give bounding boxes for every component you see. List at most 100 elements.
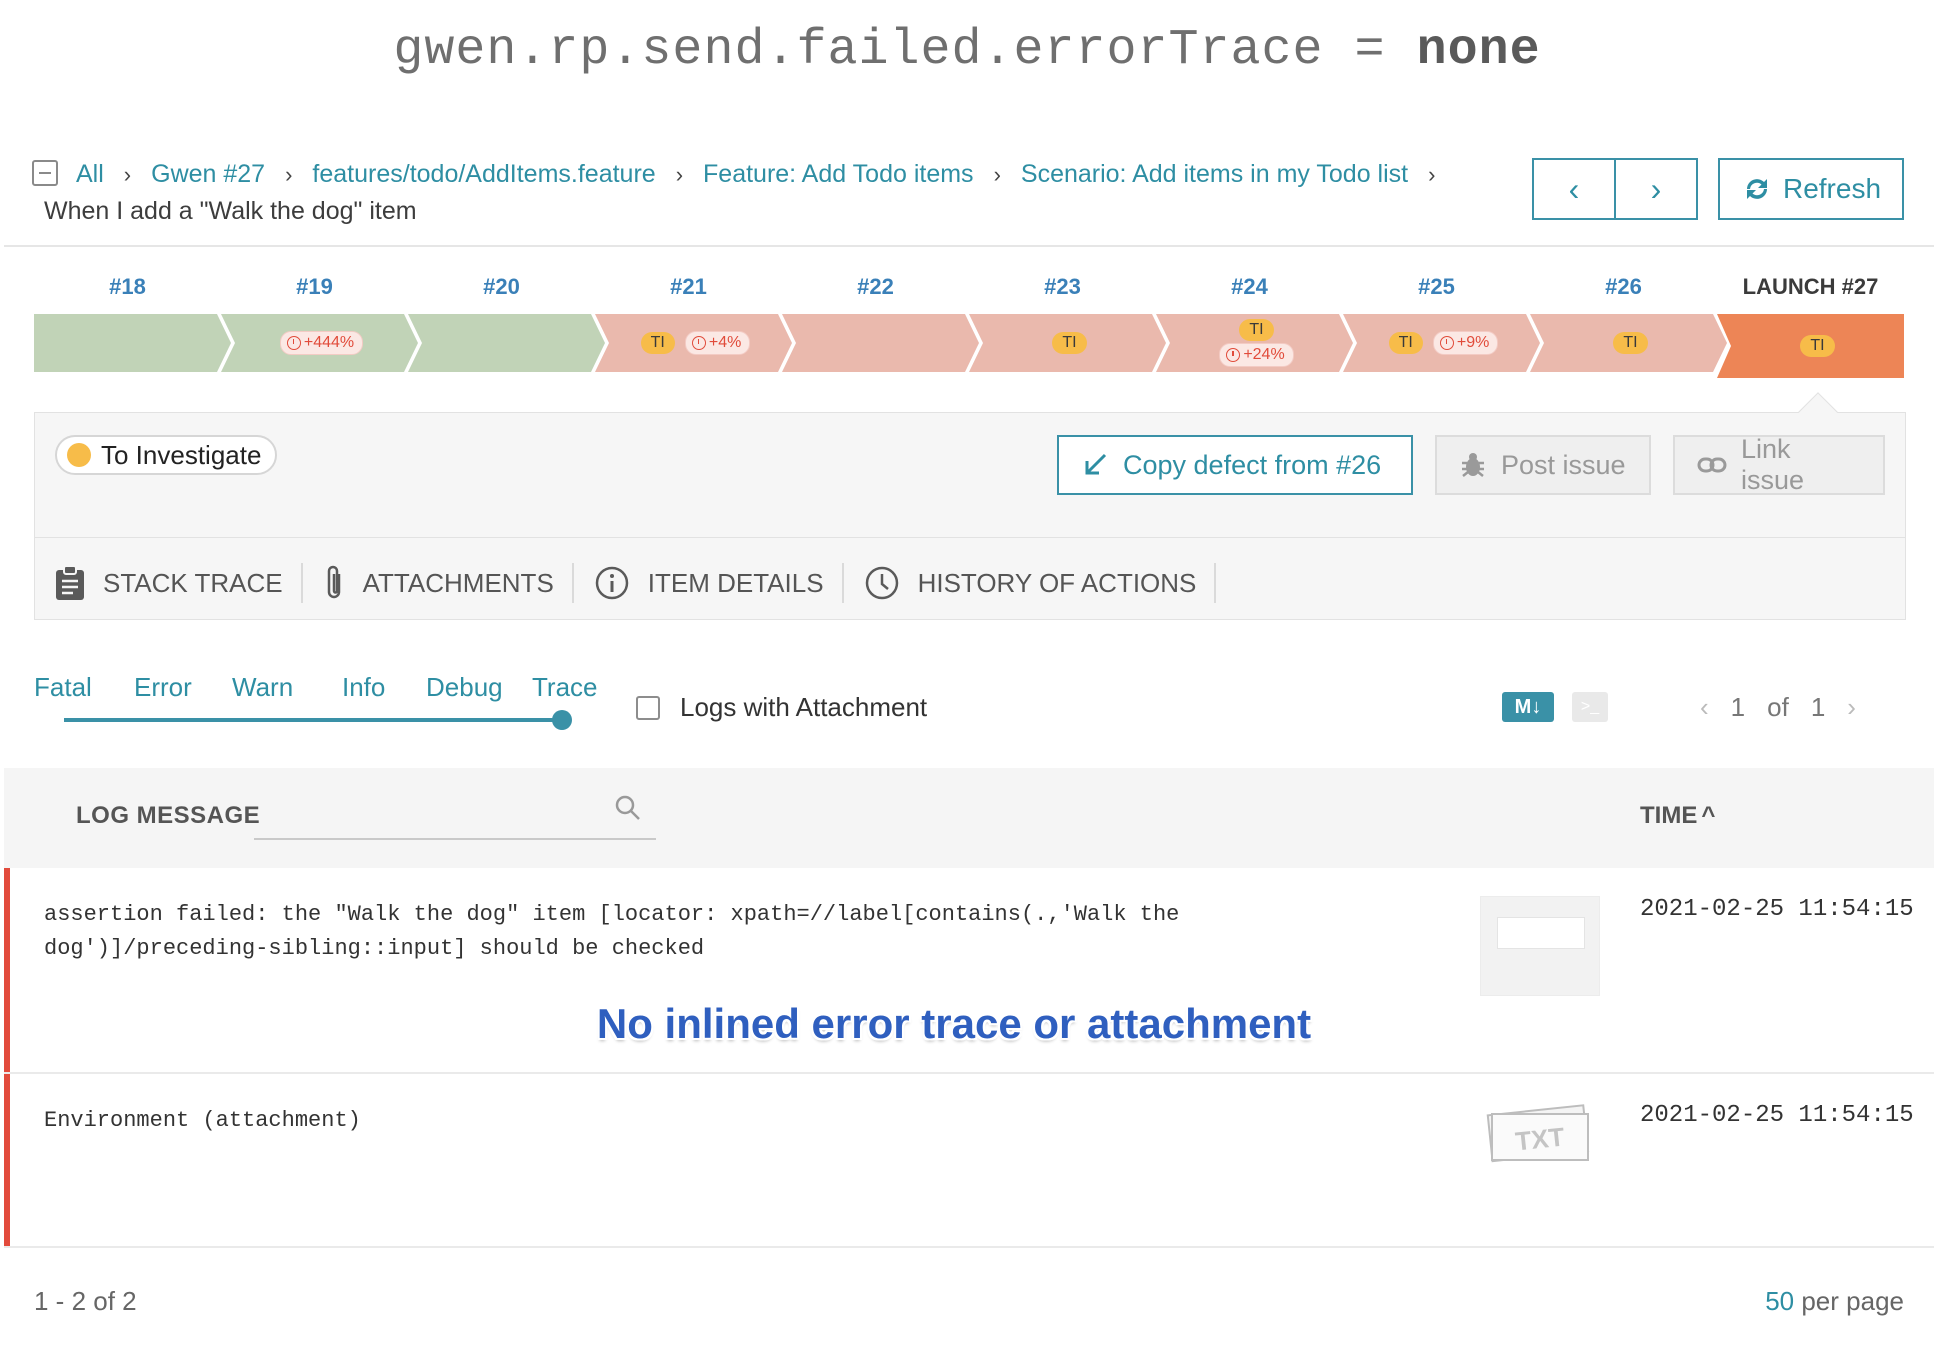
tab-history-of-actions[interactable]: HISTORY OF ACTIONS: [864, 563, 1217, 603]
history-item-label: LAUNCH #27: [1742, 274, 1879, 299]
log-level-debug[interactable]: Debug: [426, 672, 503, 703]
history-item[interactable]: #25 TI +9%: [1343, 274, 1540, 384]
history-item-label: #21: [670, 274, 707, 299]
log-level-info[interactable]: Info: [342, 672, 385, 703]
time-header-label: TIME: [1640, 802, 1698, 829]
breadcrumb-current: When I add a "Walk the dog" item: [44, 197, 417, 225]
history-item-bar: [782, 314, 979, 372]
log-level-filter[interactable]: Fatal Error Warn Info Debug Trace: [34, 672, 604, 732]
to-investigate-badge: TI: [1239, 319, 1274, 341]
log-level-slider-handle[interactable]: [552, 710, 572, 730]
log-message: assertion failed: the "Walk the dog" ite…: [44, 902, 1180, 961]
tab-label: ITEM DETAILS: [647, 567, 824, 598]
history-item-bar: TI +24%: [1156, 314, 1353, 372]
chevron-left-icon[interactable]: ‹: [1700, 692, 1709, 723]
to-investigate-badge: TI: [1800, 335, 1835, 357]
badge-row: TI +4%: [640, 331, 751, 355]
post-issue-button[interactable]: Post issue: [1435, 435, 1651, 495]
paperclip-icon: [327, 565, 340, 599]
logs-with-attachment-label: Logs with Attachment: [680, 692, 928, 722]
log-time: 2021-02-25 11:54:15: [1640, 896, 1914, 923]
screenshot-attachment-thumbnail[interactable]: [1480, 896, 1600, 996]
clock-icon: [286, 336, 301, 350]
next-item-button[interactable]: ›: [1616, 160, 1696, 218]
refresh-button[interactable]: Refresh: [1718, 158, 1904, 220]
logs-with-attachment-checkbox[interactable]: [636, 695, 660, 720]
history-item-bar: [408, 314, 605, 372]
log-message-header: LOG MESSAGE: [76, 802, 261, 829]
history-item-label: #22: [857, 274, 894, 299]
breadcrumb-feature-file[interactable]: features/todo/AddItems.feature: [312, 160, 655, 188]
console-mode-button[interactable]: >_: [1572, 692, 1608, 722]
badge-row: TI: [1613, 332, 1648, 354]
log-search-input[interactable]: [254, 838, 656, 840]
clock-icon: [691, 336, 706, 350]
tab-stack-trace[interactable]: STACK TRACE: [55, 563, 303, 603]
duration-growth-value: +9%: [1456, 334, 1490, 351]
history-item[interactable]: #20: [408, 274, 605, 384]
per-page-selector[interactable]: 50 per page: [1765, 1286, 1904, 1317]
clock-icon: [1439, 336, 1454, 350]
refresh-label: Refresh: [1782, 173, 1882, 204]
collapse-icon[interactable]: [32, 160, 58, 186]
per-page-value[interactable]: 50: [1765, 1286, 1794, 1316]
log-level-error[interactable]: Error: [134, 672, 192, 703]
history-item[interactable]: LAUNCH #27 TI: [1717, 274, 1904, 384]
log-level-trace[interactable]: Trace: [532, 672, 598, 703]
bug-icon: [1462, 453, 1484, 477]
arrow-down-left-icon: [1085, 453, 1107, 475]
divider: [35, 537, 1905, 538]
duration-growth-badge: +24%: [1219, 343, 1294, 367]
history-item[interactable]: #18: [34, 274, 231, 384]
error-level-marker: [4, 1074, 10, 1246]
breadcrumb-scenario[interactable]: Scenario: Add items in my Todo list: [1021, 160, 1408, 188]
history-item-badges: TI +24%: [1156, 314, 1343, 372]
log-table-header: LOG MESSAGE TIME ^: [4, 768, 1934, 868]
tab-label: HISTORY OF ACTIONS: [917, 567, 1197, 598]
badge-row: TI: [1800, 335, 1835, 357]
chevron-right-icon: ›: [675, 162, 684, 187]
defect-type-selector[interactable]: To Investigate: [55, 435, 278, 475]
logs-with-attachment-filter[interactable]: Logs with Attachment: [636, 692, 927, 723]
badge-row: TI: [1052, 332, 1087, 354]
history-item[interactable]: #24 TI +24%: [1156, 274, 1353, 384]
log-level-warn[interactable]: Warn: [232, 672, 293, 703]
breadcrumb-launch[interactable]: Gwen #27: [151, 160, 265, 188]
history-item[interactable]: #26 TI: [1530, 274, 1727, 384]
history-item[interactable]: #19 +444%: [221, 274, 418, 384]
history-item[interactable]: #21 TI +4%: [595, 274, 792, 384]
log-level-slider-track[interactable]: [64, 718, 564, 722]
tab-item-details[interactable]: ITEM DETAILS: [594, 563, 844, 603]
history-item-bar: [34, 314, 231, 372]
log-row[interactable]: assertion failed: the "Walk the dog" ite…: [4, 868, 1934, 1074]
log-row[interactable]: Environment (attachment) TXT 2021-02-25 …: [4, 1074, 1934, 1248]
log-level-fatal[interactable]: Fatal: [34, 672, 92, 703]
time-header[interactable]: TIME ^: [1640, 802, 1715, 830]
history-item[interactable]: #23 TI: [969, 274, 1166, 384]
history-item-badges: TI: [1530, 314, 1717, 372]
chevron-right-icon[interactable]: ›: [1847, 692, 1856, 723]
tab-label: STACK TRACE: [103, 567, 283, 598]
breadcrumb-all[interactable]: All: [76, 160, 104, 188]
tab-attachments[interactable]: ATTACHMENTS: [323, 563, 574, 603]
previous-item-button[interactable]: ‹: [1534, 160, 1616, 218]
clipboard-icon: [56, 565, 84, 600]
txt-file-attachment-icon[interactable]: TXT: [1486, 1102, 1594, 1166]
copy-defect-button[interactable]: Copy defect from #26: [1057, 435, 1413, 495]
duration-growth-value: +444%: [303, 334, 355, 351]
chevron-right-icon: ›: [123, 162, 132, 187]
markdown-mode-button[interactable]: M↓: [1502, 692, 1554, 722]
badge-row: +24%: [1219, 343, 1294, 367]
to-investigate-badge: TI: [640, 332, 675, 354]
divider: [4, 245, 1934, 247]
history-item-label: #19: [296, 274, 333, 299]
breadcrumb: All › Gwen #27 › features/todo/AddItems.feat…: [32, 156, 1472, 229]
badge-row: +444%: [279, 331, 364, 355]
history-item-badges: +444%: [221, 314, 408, 372]
breadcrumb-feature[interactable]: Feature: Add Todo items: [703, 160, 974, 188]
total-pages: 1: [1810, 692, 1826, 722]
history-item-badges: TI: [969, 314, 1156, 372]
history-item-badges: [34, 314, 221, 372]
history-item[interactable]: #22: [782, 274, 979, 384]
link-issue-button[interactable]: Link issue: [1673, 434, 1885, 495]
